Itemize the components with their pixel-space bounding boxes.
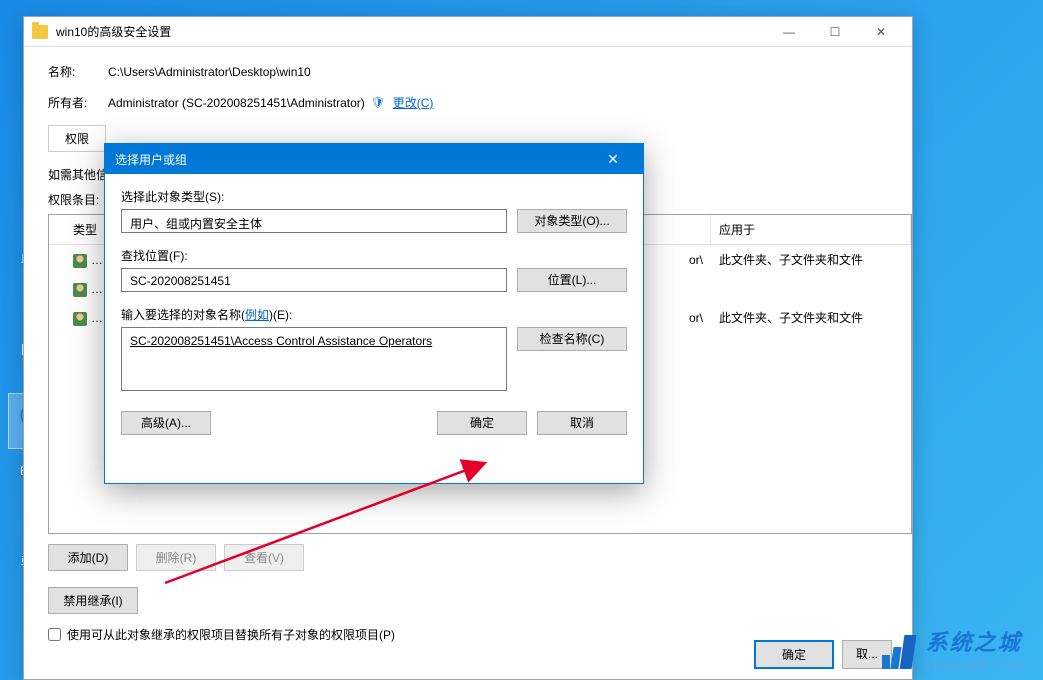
replace-child-checkbox[interactable]: [48, 628, 61, 641]
view-button: 查看(V): [224, 544, 304, 571]
ok-button[interactable]: 确定: [754, 640, 834, 669]
dialog-close-button[interactable]: ✕: [593, 144, 633, 174]
location-field: SC-202008251451: [121, 268, 507, 292]
close-button[interactable]: ✕: [858, 18, 904, 46]
user-icon: [73, 254, 87, 268]
locations-button[interactable]: 位置(L)...: [517, 268, 627, 292]
object-type-label: 选择此对象类型(S):: [121, 188, 627, 205]
dialog-title: 选择用户或组: [115, 151, 187, 168]
watermark-logo-icon: [878, 629, 918, 669]
select-user-group-dialog: 选择用户或组 ✕ 选择此对象类型(S): 用户、组或内置安全主体 对象类型(O)…: [104, 143, 644, 484]
object-name-label: 输入要选择的对象名称(例如)(E):: [121, 306, 627, 323]
tab-permissions[interactable]: 权限: [48, 125, 106, 152]
owner-value: Administrator (SC-202008251451\Administr…: [108, 96, 365, 110]
object-name-input[interactable]: SC-202008251451\Access Control Assistanc…: [121, 327, 507, 391]
name-value: C:\Users\Administrator\Desktop\win10: [108, 65, 311, 79]
check-names-button[interactable]: 检查名称(C): [517, 327, 627, 351]
user-icon: [73, 312, 87, 326]
name-label: 名称:: [48, 63, 108, 80]
dialog-titlebar: 选择用户或组 ✕: [105, 144, 643, 174]
object-types-button[interactable]: 对象类型(O)...: [517, 209, 627, 233]
minimize-button[interactable]: —: [766, 18, 812, 46]
change-owner-link[interactable]: 更改(C): [393, 94, 434, 111]
shield-icon: 🛡: [371, 96, 385, 109]
maximize-button[interactable]: ☐: [812, 18, 858, 46]
col-applies[interactable]: 应用于: [711, 215, 911, 244]
example-link[interactable]: 例如: [245, 308, 269, 322]
folder-icon: [32, 25, 48, 39]
dialog-cancel-button[interactable]: 取消: [537, 411, 627, 435]
remove-button: 删除(R): [136, 544, 216, 571]
owner-label: 所有者:: [48, 94, 108, 111]
window-title: win10的高级安全设置: [56, 23, 171, 40]
advanced-button[interactable]: 高级(A)...: [121, 411, 211, 435]
watermark: 系统之城 xitong86.com: [878, 625, 1027, 672]
watermark-en: xitong86.com: [926, 657, 1027, 672]
object-type-field: 用户、组或内置安全主体: [121, 209, 507, 233]
dialog-ok-button[interactable]: 确定: [437, 411, 527, 435]
user-icon: [73, 283, 87, 297]
titlebar: win10的高级安全设置 — ☐ ✕: [24, 17, 912, 47]
replace-child-label: 使用可从此对象继承的权限项目替换所有子对象的权限项目(P): [67, 626, 395, 643]
location-label: 查找位置(F):: [121, 247, 627, 264]
add-button[interactable]: 添加(D): [48, 544, 128, 571]
watermark-cn: 系统之城: [926, 625, 1027, 657]
disable-inherit-button[interactable]: 禁用继承(I): [48, 587, 138, 614]
